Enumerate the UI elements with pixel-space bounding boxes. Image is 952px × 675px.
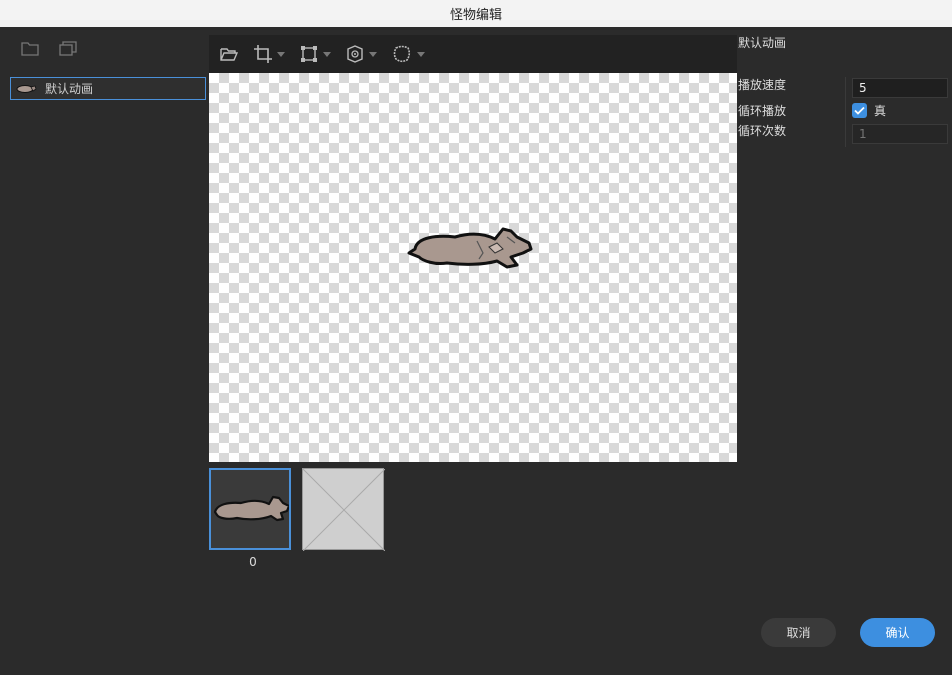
outline-icon (393, 45, 411, 63)
empty-frame-icon (302, 468, 386, 552)
property-divider (845, 77, 846, 147)
open-folder-icon (220, 48, 239, 61)
frame-index-label: 0 (249, 555, 257, 569)
window-titlebar: 怪物编辑 (0, 0, 952, 27)
animation-properties-title: 默认动画 (738, 36, 787, 50)
chevron-down-icon (323, 51, 331, 57)
checkmark-icon (854, 106, 865, 115)
animation-list-item[interactable]: 默认动画 (10, 77, 206, 100)
loop-count-input[interactable] (852, 124, 948, 144)
frame-thumbnail-empty[interactable] (302, 468, 386, 552)
speed-label: 播放速度 (738, 78, 787, 92)
target-button[interactable] (345, 44, 377, 64)
loop-count-label: 循环次数 (738, 124, 787, 138)
loop-value-label: 真 (874, 104, 887, 118)
copy-icon[interactable] (58, 39, 78, 57)
canvas-toolbar (209, 35, 737, 73)
loop-checkbox-row: 真 (852, 102, 886, 119)
chevron-down-icon (417, 51, 425, 57)
outline-button[interactable] (391, 44, 425, 64)
monster-thumbnail-icon (16, 84, 37, 93)
left-toolbar (20, 39, 78, 57)
loop-label: 循环播放 (738, 104, 787, 118)
folder-icon[interactable] (20, 39, 40, 57)
transform-icon (301, 46, 317, 62)
cancel-button[interactable]: 取消 (761, 618, 836, 647)
monster-editor-dialog: 默认动画 0 默认动画 播放速度 循环播放 循环次数 5 真 1 取消 确认 (0, 27, 952, 675)
crop-button[interactable] (253, 44, 285, 64)
loop-checkbox[interactable] (852, 103, 867, 118)
open-folder-button[interactable] (219, 46, 239, 62)
monster-frame-preview (213, 495, 291, 522)
chevron-down-icon (277, 51, 285, 57)
frame-thumbnail-0[interactable] (209, 468, 291, 550)
monster-sprite (407, 227, 533, 269)
window-title: 怪物编辑 (449, 8, 502, 23)
target-icon (347, 45, 363, 63)
crop-icon (254, 45, 272, 63)
chevron-down-icon (369, 51, 377, 57)
transform-button[interactable] (299, 44, 331, 64)
confirm-button[interactable]: 确认 (860, 618, 935, 647)
animation-list-item-label: 默认动画 (45, 82, 94, 96)
speed-input[interactable] (852, 78, 948, 98)
sprite-canvas[interactable] (209, 73, 737, 462)
